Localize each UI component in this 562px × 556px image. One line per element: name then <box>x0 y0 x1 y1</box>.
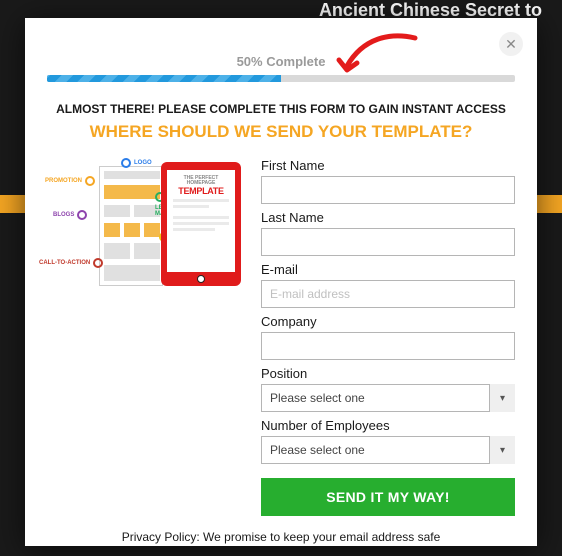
lead-form: First Name Last Name E-mail Company Posi… <box>261 158 515 516</box>
tablet-title-small: THE PERFECT HOMEPAGE <box>171 176 231 186</box>
last-name-input[interactable] <box>261 228 515 256</box>
email-label: E-mail <box>261 262 515 277</box>
progress-label: 50% Complete <box>47 54 515 69</box>
callout-promotion: PROMOTION <box>45 176 95 186</box>
heading-access: ALMOST THERE! PLEASE COMPLETE THIS FORM … <box>47 102 515 116</box>
company-input[interactable] <box>261 332 515 360</box>
employees-select[interactable]: Please select one <box>261 436 515 464</box>
email-input[interactable] <box>261 280 515 308</box>
callout-logo: LOGO <box>121 158 152 168</box>
callout-label: BLOGS <box>53 212 74 218</box>
callout-cta: CALL-TO-ACTION <box>39 258 103 268</box>
callout-label: PROMOTION <box>45 178 82 184</box>
tablet-title-big: TEMPLATE <box>171 186 231 196</box>
tablet-mockup: THE PERFECT HOMEPAGE TEMPLATE <box>161 162 241 286</box>
callout-label: CALL-TO-ACTION <box>39 260 90 266</box>
callout-blogs: BLOGS <box>53 210 87 220</box>
position-label: Position <box>261 366 515 381</box>
close-button[interactable]: ✕ <box>499 32 523 56</box>
lead-capture-modal: ✕ 50% Complete ALMOST THERE! PLEASE COMP… <box>25 18 537 546</box>
heading-question: WHERE SHOULD WE SEND YOUR TEMPLATE? <box>47 122 515 142</box>
template-illustration: LOGO PROMOTION LEAD MAGNET BLOGS REVIEWS… <box>47 158 247 298</box>
privacy-note: Privacy Policy: We promise to keep your … <box>47 530 515 544</box>
position-select[interactable]: Please select one <box>261 384 515 412</box>
last-name-label: Last Name <box>261 210 515 225</box>
close-icon: ✕ <box>505 36 517 53</box>
tablet-home-button-icon <box>197 275 205 283</box>
submit-button[interactable]: SEND IT MY WAY! <box>261 478 515 516</box>
wireframe-page <box>99 166 163 286</box>
employees-label: Number of Employees <box>261 418 515 433</box>
progress-fill <box>47 75 281 82</box>
first-name-label: First Name <box>261 158 515 173</box>
company-label: Company <box>261 314 515 329</box>
callout-label: LOGO <box>134 160 152 166</box>
first-name-input[interactable] <box>261 176 515 204</box>
progress-bar <box>47 75 515 82</box>
tablet-screen: THE PERFECT HOMEPAGE TEMPLATE <box>167 170 235 272</box>
